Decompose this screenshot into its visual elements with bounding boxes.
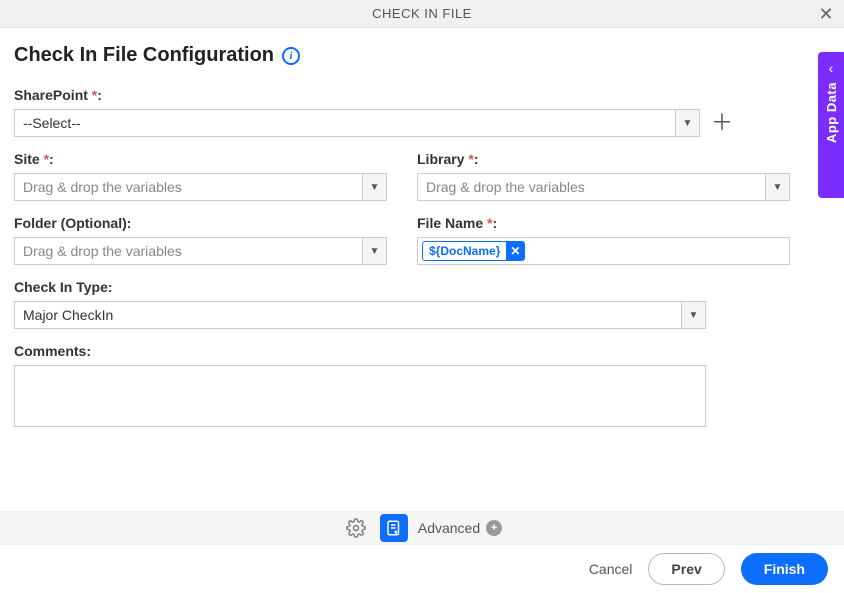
library-placeholder: Drag & drop the variables (418, 174, 765, 200)
dropdown-arrow-icon[interactable]: ▼ (681, 302, 705, 328)
sharepoint-select[interactable]: --Select-- ▼ (14, 109, 700, 137)
folder-placeholder: Drag & drop the variables (15, 238, 362, 264)
folder-label: Folder (Optional): (14, 215, 387, 231)
library-select[interactable]: Drag & drop the variables ▼ (417, 173, 790, 201)
app-data-side-tab[interactable]: ‹ App Data (818, 52, 844, 198)
dropdown-arrow-icon[interactable]: ▼ (765, 174, 789, 200)
required-marker: * (92, 87, 97, 103)
comments-label: Comments: (14, 343, 706, 359)
variable-tag: ${DocName} ✕ (422, 241, 525, 261)
folder-select[interactable]: Drag & drop the variables ▼ (14, 237, 387, 265)
comments-textarea[interactable] (14, 365, 706, 427)
remove-tag-icon[interactable]: ✕ (506, 242, 524, 260)
filename-label: File Name *: (417, 215, 790, 231)
dropdown-arrow-icon[interactable]: ▼ (362, 174, 386, 200)
dropdown-arrow-icon[interactable]: ▼ (362, 238, 386, 264)
dialog-header: CHECK IN FILE ✕ (0, 0, 844, 28)
site-label: Site *: (14, 151, 387, 167)
dropdown-arrow-icon[interactable]: ▼ (675, 110, 699, 136)
library-label: Library *: (417, 151, 790, 167)
required-marker: * (44, 151, 49, 167)
plus-circle-icon: + (486, 520, 502, 536)
variable-tag-text: ${DocName} (423, 244, 506, 258)
site-placeholder: Drag & drop the variables (15, 174, 362, 200)
chevron-left-icon: ‹ (829, 60, 834, 76)
filename-input[interactable]: ${DocName} ✕ (417, 237, 790, 265)
side-tab-label: App Data (824, 82, 839, 143)
library-label-text: Library (417, 151, 464, 167)
filename-label-text: File Name (417, 215, 483, 231)
content-area: Check In File Configuration i SharePoint… (0, 28, 844, 444)
prev-button[interactable]: Prev (648, 553, 724, 585)
advanced-toggle[interactable]: Advanced + (418, 520, 502, 536)
footer: Cancel Prev Finish (0, 545, 844, 593)
checkintype-value: Major CheckIn (15, 302, 681, 328)
page-title-row: Check In File Configuration i (14, 44, 830, 67)
advanced-label: Advanced (418, 520, 480, 536)
required-marker: * (487, 215, 492, 231)
site-label-text: Site (14, 151, 40, 167)
close-icon[interactable]: ✕ (816, 4, 836, 24)
checkintype-select[interactable]: Major CheckIn ▼ (14, 301, 706, 329)
dialog-title: CHECK IN FILE (372, 6, 472, 21)
info-icon[interactable]: i (282, 47, 300, 65)
settings-icon[interactable] (342, 514, 370, 542)
cancel-button[interactable]: Cancel (589, 561, 633, 577)
checkintype-label: Check In Type: (14, 279, 706, 295)
sharepoint-value: --Select-- (15, 110, 675, 136)
finish-button[interactable]: Finish (741, 553, 828, 585)
page-title: Check In File Configuration (14, 44, 274, 67)
add-sharepoint-button[interactable]: ＋ (710, 112, 734, 134)
bottom-toolbar: Advanced + (0, 511, 844, 545)
required-marker: * (468, 151, 473, 167)
form-config-icon[interactable] (380, 514, 408, 542)
sharepoint-label-text: SharePoint (14, 87, 88, 103)
sharepoint-label: SharePoint *: (14, 87, 830, 103)
site-select[interactable]: Drag & drop the variables ▼ (14, 173, 387, 201)
